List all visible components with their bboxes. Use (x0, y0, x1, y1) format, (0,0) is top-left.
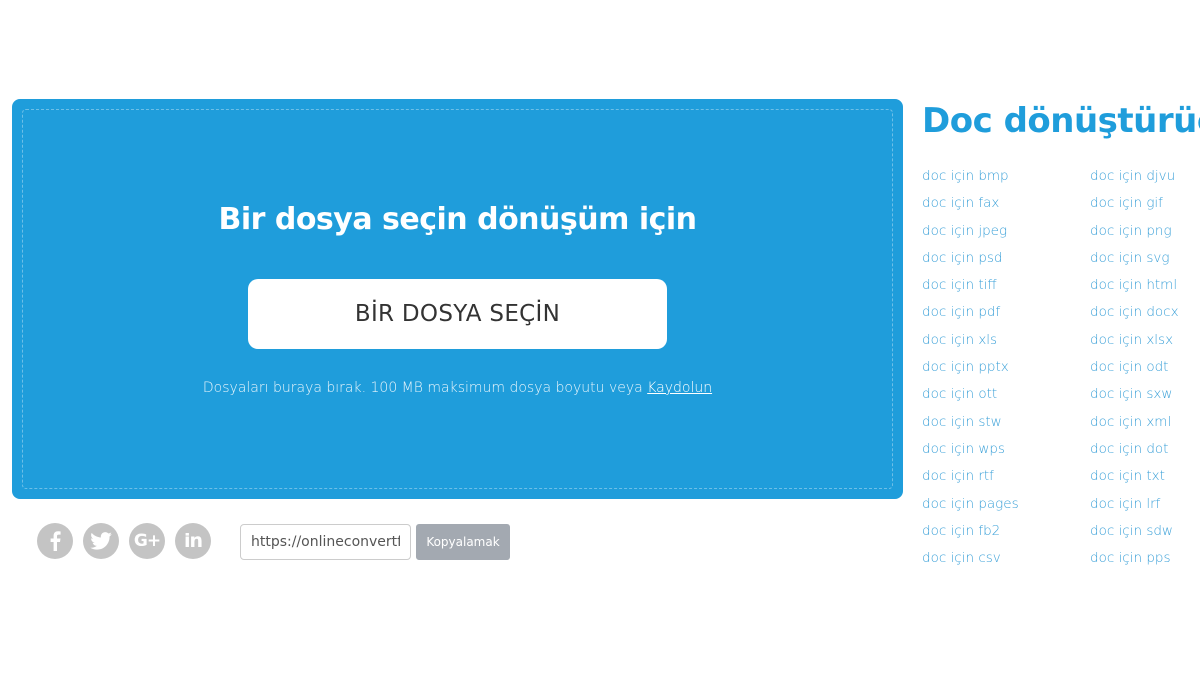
conversion-link[interactable]: doc için fax (922, 193, 1090, 220)
conversion-link[interactable]: doc için pps (1090, 548, 1200, 575)
conversion-link[interactable]: doc için sdw (1090, 521, 1200, 548)
conversion-link[interactable]: doc için xls (922, 330, 1090, 357)
linkedin-icon: in (183, 530, 203, 552)
conversion-link[interactable]: doc için psd (922, 248, 1090, 275)
conversion-link[interactable]: doc için wps (922, 439, 1090, 466)
conversion-link[interactable]: doc için png (1090, 221, 1200, 248)
conversion-link[interactable]: doc için odt (1090, 357, 1200, 384)
linkedin-share-button[interactable]: in (175, 523, 211, 559)
twitter-share-button[interactable] (83, 523, 119, 559)
choose-file-button[interactable]: BİR DOSYA SEÇİN (248, 279, 667, 349)
social-share-bar: G+ in (37, 523, 211, 559)
google-plus-icon: G+ (133, 531, 161, 551)
upload-hint: Dosyaları buraya bırak. 100 MB maksimum … (12, 380, 903, 396)
copy-button[interactable]: Kopyalamak (416, 524, 510, 560)
conversion-link[interactable]: doc için pptx (922, 357, 1090, 384)
converter-title: Doc dönüştürücü (922, 101, 1200, 141)
conversion-link[interactable]: doc için bmp (922, 166, 1090, 193)
conversion-link[interactable]: doc için dot (1090, 439, 1200, 466)
conversion-link[interactable]: doc için lrf (1090, 494, 1200, 521)
conversion-link[interactable]: doc için csv (922, 548, 1090, 575)
conversion-link[interactable]: doc için sxw (1090, 384, 1200, 411)
conversion-links-list: doc için bmp doc için djvu doc için fax doc… (922, 166, 1200, 575)
conversion-link[interactable]: doc için stw (922, 412, 1090, 439)
upload-dropzone[interactable]: Bir dosya seçin dönüşüm için BİR DOSYA S… (12, 99, 903, 499)
facebook-icon (50, 531, 61, 551)
conversion-link[interactable]: doc için tiff (922, 275, 1090, 302)
upload-hint-text: Dosyaları buraya bırak. 100 MB maksimum … (202, 380, 648, 396)
conversion-link[interactable]: doc için fb2 (922, 521, 1090, 548)
conversion-link[interactable]: doc için djvu (1090, 166, 1200, 193)
share-url-input[interactable] (240, 524, 411, 560)
register-link[interactable]: Kaydolun (647, 380, 712, 396)
conversion-link[interactable]: doc için jpeg (922, 221, 1090, 248)
conversion-link[interactable]: doc için ott (922, 384, 1090, 411)
conversion-link[interactable]: doc için txt (1090, 466, 1200, 493)
conversion-link[interactable]: doc için html (1090, 275, 1200, 302)
conversion-link[interactable]: doc için rtf (922, 466, 1090, 493)
conversion-link[interactable]: doc için pdf (922, 302, 1090, 329)
conversion-link[interactable]: doc için docx (1090, 302, 1200, 329)
conversion-link[interactable]: doc için pages (922, 494, 1090, 521)
google-plus-share-button[interactable]: G+ (129, 523, 165, 559)
conversion-link[interactable]: doc için svg (1090, 248, 1200, 275)
upload-title: Bir dosya seçin dönüşüm için (218, 202, 697, 237)
conversion-link[interactable]: doc için gif (1090, 193, 1200, 220)
page: Bir dosya seçin dönüşüm için BİR DOSYA S… (0, 0, 1200, 675)
facebook-share-button[interactable] (37, 523, 73, 559)
conversion-link[interactable]: doc için xml (1090, 412, 1200, 439)
twitter-icon (90, 532, 112, 550)
conversion-link[interactable]: doc için xlsx (1090, 330, 1200, 357)
